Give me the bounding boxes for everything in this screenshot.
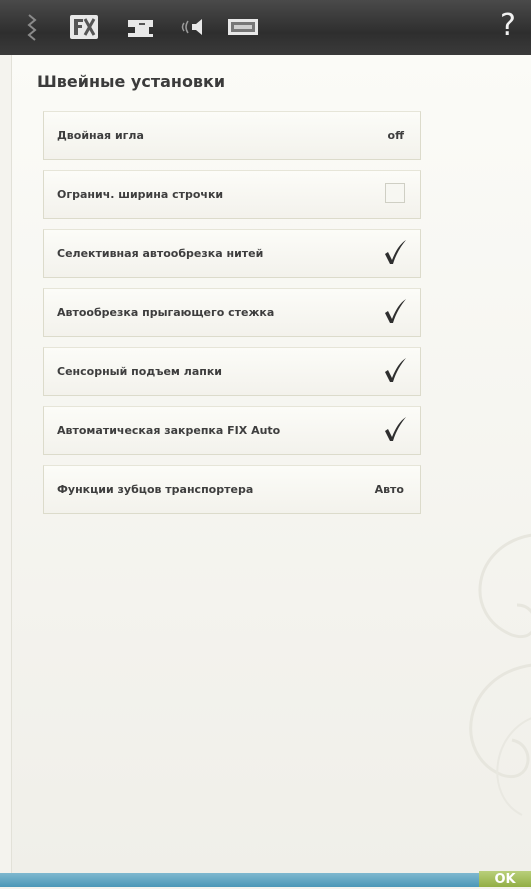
top-toolbar: ? bbox=[0, 0, 531, 55]
setting-label: Сенсорный подъем лапки bbox=[57, 365, 223, 378]
checkmark-icon[interactable] bbox=[382, 297, 408, 325]
fix-icon[interactable] bbox=[67, 10, 101, 44]
setting-label: Функции зубцов транспортера bbox=[57, 483, 254, 496]
checkmark-icon[interactable] bbox=[382, 356, 408, 384]
setting-label: Двойная игла bbox=[57, 129, 144, 142]
stitch-settings-icon[interactable] bbox=[22, 10, 42, 44]
checkmark-icon[interactable] bbox=[382, 415, 408, 443]
setting-label: Огранич. ширина строчки bbox=[57, 188, 224, 201]
setting-value: Авто bbox=[374, 483, 404, 496]
setting-jump-stitch-trim[interactable]: Автообрезка прыгающего стежка bbox=[43, 288, 421, 337]
decorative-swirl-icon bbox=[469, 533, 531, 816]
setting-fix-auto[interactable]: Автоматическая закрепка FIX Auto bbox=[43, 406, 421, 455]
checkmark-icon[interactable] bbox=[382, 238, 408, 266]
setting-sensor-presser-foot[interactable]: Сенсорный подъем лапки bbox=[43, 347, 421, 396]
ok-button[interactable]: OK bbox=[479, 871, 531, 887]
setting-label: Селективная автообрезка нитей bbox=[57, 247, 264, 260]
setting-stitch-width-limit[interactable]: Огранич. ширина строчки bbox=[43, 170, 421, 219]
setting-twin-needle[interactable]: Двойная игла off bbox=[43, 111, 421, 160]
setting-label: Автообрезка прыгающего стежка bbox=[57, 306, 275, 319]
sewing-machine-icon[interactable] bbox=[124, 10, 158, 44]
help-button[interactable]: ? bbox=[493, 6, 523, 46]
page-title: Швейные установки bbox=[37, 72, 226, 91]
setting-label: Автоматическая закрепка FIX Auto bbox=[57, 424, 281, 437]
setting-selective-thread-cutter[interactable]: Селективная автообрезка нитей bbox=[43, 229, 421, 278]
settings-list: Двойная игла off Огранич. ширина строчки… bbox=[43, 111, 421, 524]
sound-icon[interactable] bbox=[178, 10, 208, 44]
screen-icon[interactable] bbox=[225, 10, 261, 44]
setting-feed-dogs[interactable]: Функции зубцов транспортера Авто bbox=[43, 465, 421, 514]
bottom-bar bbox=[0, 873, 531, 887]
setting-value: off bbox=[387, 129, 404, 142]
unchecked-checkbox[interactable] bbox=[385, 183, 405, 203]
